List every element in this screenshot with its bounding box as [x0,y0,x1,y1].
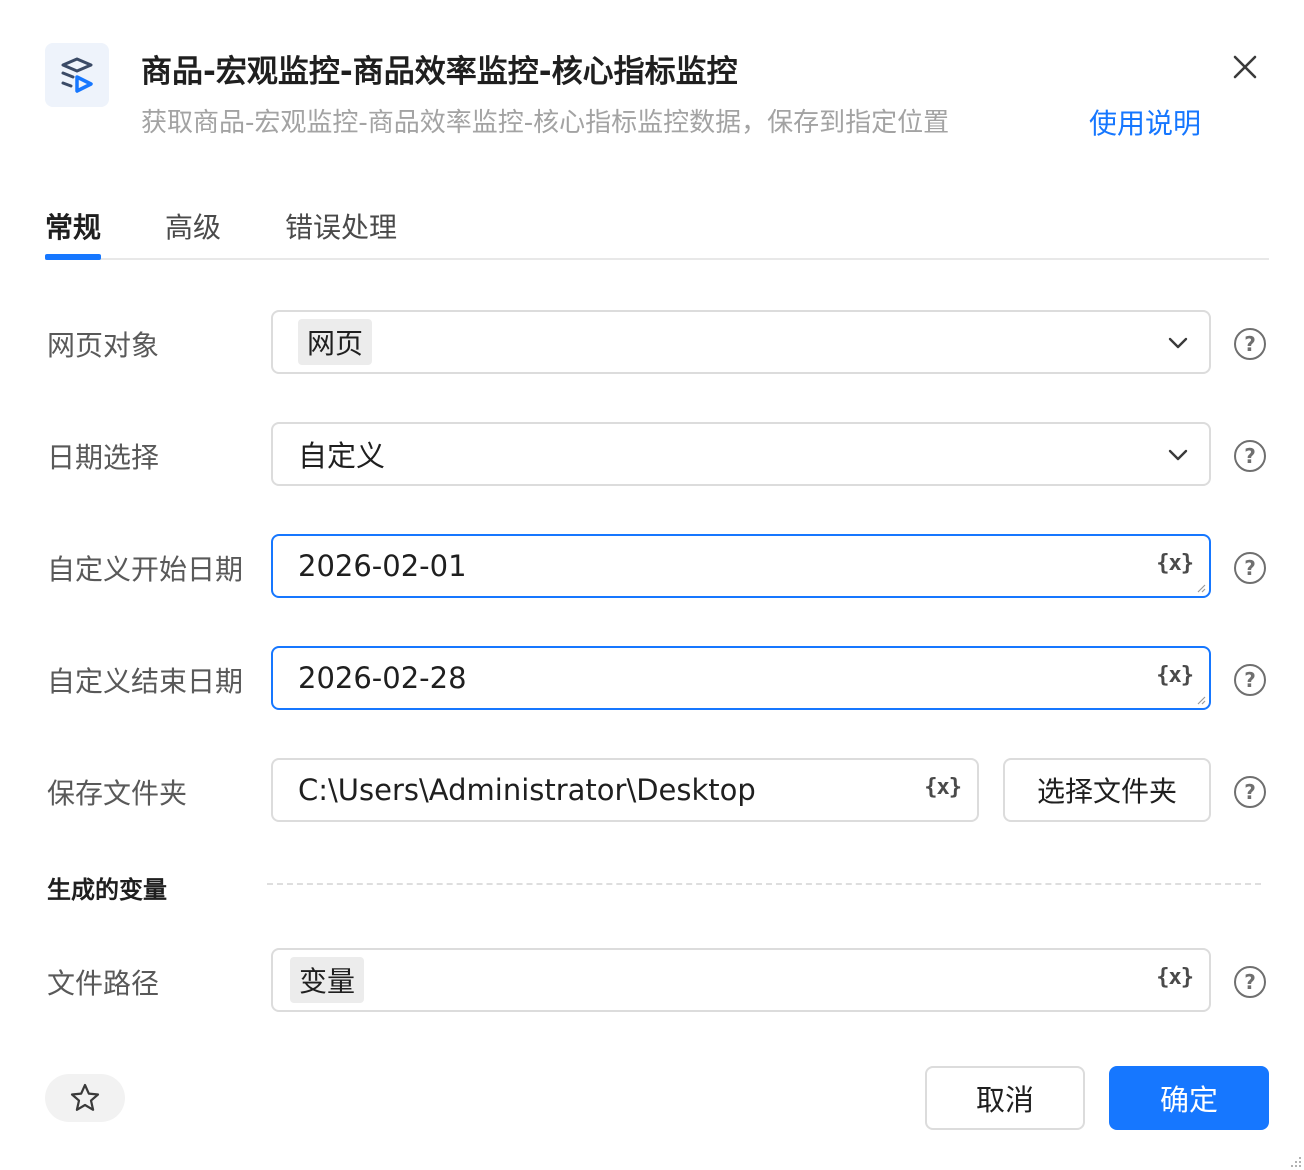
tab-bar: 常规 高级 错误处理 [45,206,1269,260]
variable-icon[interactable]: {x} [924,775,962,800]
end-date-input[interactable]: 2026-02-28 {x} [271,646,1211,710]
dialog-title: 商品-宏观监控-商品效率监控-核心指标监控 [141,54,738,90]
resize-grip-icon[interactable] [1196,695,1206,705]
save-folder-value: C:\Users\Administrator\Desktop [298,773,756,807]
variable-icon[interactable]: {x} [1156,965,1194,990]
favorite-button[interactable] [45,1074,125,1122]
active-tab-indicator [45,254,101,260]
date-select-dropdown[interactable]: 自定义 [271,422,1211,486]
file-path-variable-tag: 变量 [290,957,365,1003]
web-object-tag: 网页 [298,319,373,365]
variable-icon[interactable]: {x} [1156,551,1194,576]
file-path-help-icon[interactable]: ? [1234,966,1266,998]
end-date-value: 2026-02-28 [298,661,467,695]
resize-grip-icon[interactable] [1196,583,1206,593]
file-path-input[interactable]: 变量 {x} [271,948,1211,1012]
start-date-input[interactable]: 2026-02-01 {x} [271,534,1211,598]
tab-error-handling[interactable]: 错误处理 [285,206,397,258]
usage-help-link[interactable]: 使用说明 [1089,102,1201,142]
end-date-label: 自定义结束日期 [47,665,244,698]
web-object-label: 网页对象 [47,329,160,362]
chevron-down-icon [1168,449,1188,461]
start-date-help-icon[interactable]: ? [1234,552,1266,584]
save-folder-input[interactable]: C:\Users\Administrator\Desktop {x} [271,758,979,822]
file-path-label: 文件路径 [47,967,160,1000]
section-divider [267,883,1261,885]
star-icon [70,1083,100,1111]
date-select-label: 日期选择 [47,441,160,474]
save-folder-help-icon[interactable]: ? [1234,776,1266,808]
dialog-subtitle: 获取商品-宏观监控-商品效率监控-核心指标监控数据，保存到指定位置 [141,108,950,138]
end-date-help-icon[interactable]: ? [1234,664,1266,696]
close-icon [1233,55,1257,79]
generated-variables-heading: 生成的变量 [47,876,167,904]
start-date-label: 自定义开始日期 [47,553,244,586]
confirm-button[interactable]: 确定 [1109,1066,1269,1130]
choose-folder-button[interactable]: 选择文件夹 [1003,758,1211,822]
tab-advanced[interactable]: 高级 [165,206,221,258]
variable-icon[interactable]: {x} [1156,663,1194,688]
close-button[interactable] [1228,50,1262,84]
web-object-help-icon[interactable]: ? [1234,328,1266,360]
start-date-value: 2026-02-01 [298,549,467,583]
chevron-down-icon [1168,337,1188,349]
cancel-button[interactable]: 取消 [925,1066,1085,1130]
date-select-value: 自定义 [298,439,386,473]
save-folder-label: 保存文件夹 [47,777,188,810]
web-object-select[interactable]: 网页 [271,310,1211,374]
window-resize-grip-icon[interactable] [1288,1154,1302,1168]
flow-play-icon [45,43,109,107]
tab-general[interactable]: 常规 [45,206,101,258]
date-select-help-icon[interactable]: ? [1234,440,1266,472]
